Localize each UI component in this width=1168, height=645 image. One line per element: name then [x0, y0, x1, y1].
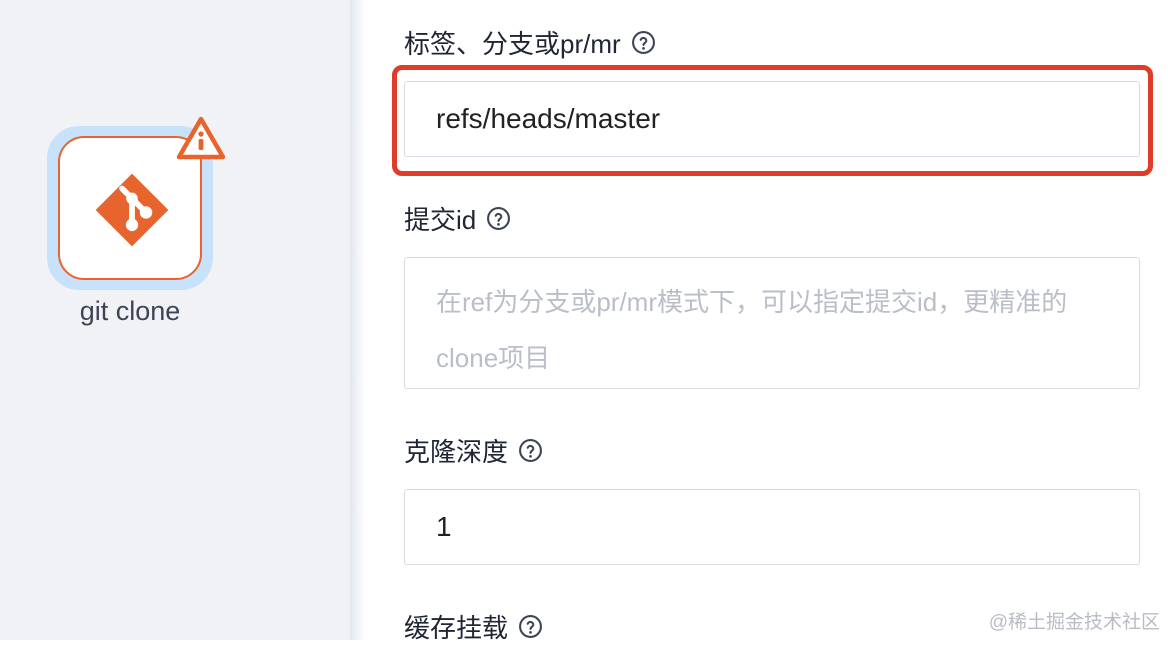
help-icon[interactable]: [518, 614, 543, 639]
git-logo-icon: [94, 172, 170, 248]
depth-label-text: 克隆深度: [404, 432, 508, 469]
cache-field-label: 缓存挂载: [404, 608, 543, 645]
commit-label-text: 提交id: [404, 200, 476, 237]
commit-field-label: 提交id: [404, 200, 511, 237]
canvas-panel: git clone: [0, 0, 350, 640]
help-icon[interactable]: [518, 438, 543, 463]
node-label: git clone: [40, 296, 220, 327]
depth-field-label: 克隆深度: [404, 432, 543, 469]
warning-icon: [176, 116, 226, 160]
settings-form: 标签、分支或pr/mr refs/heads/master 提交id 在ref为…: [366, 0, 1168, 640]
ref-input[interactable]: refs/heads/master: [404, 81, 1140, 157]
ref-field-label: 标签、分支或pr/mr: [404, 24, 656, 61]
help-icon[interactable]: [486, 206, 511, 231]
clone-depth-input[interactable]: 1: [404, 489, 1140, 565]
watermark: @稀土掘金技术社区: [989, 607, 1160, 634]
panel-divider: [350, 0, 366, 640]
ref-label-text: 标签、分支或pr/mr: [404, 24, 621, 61]
cache-label-text: 缓存挂载: [404, 608, 508, 645]
commit-id-textarea[interactable]: 在ref为分支或pr/mr模式下，可以指定提交id，更精准的clone项目: [404, 257, 1140, 389]
help-icon[interactable]: [631, 30, 656, 55]
